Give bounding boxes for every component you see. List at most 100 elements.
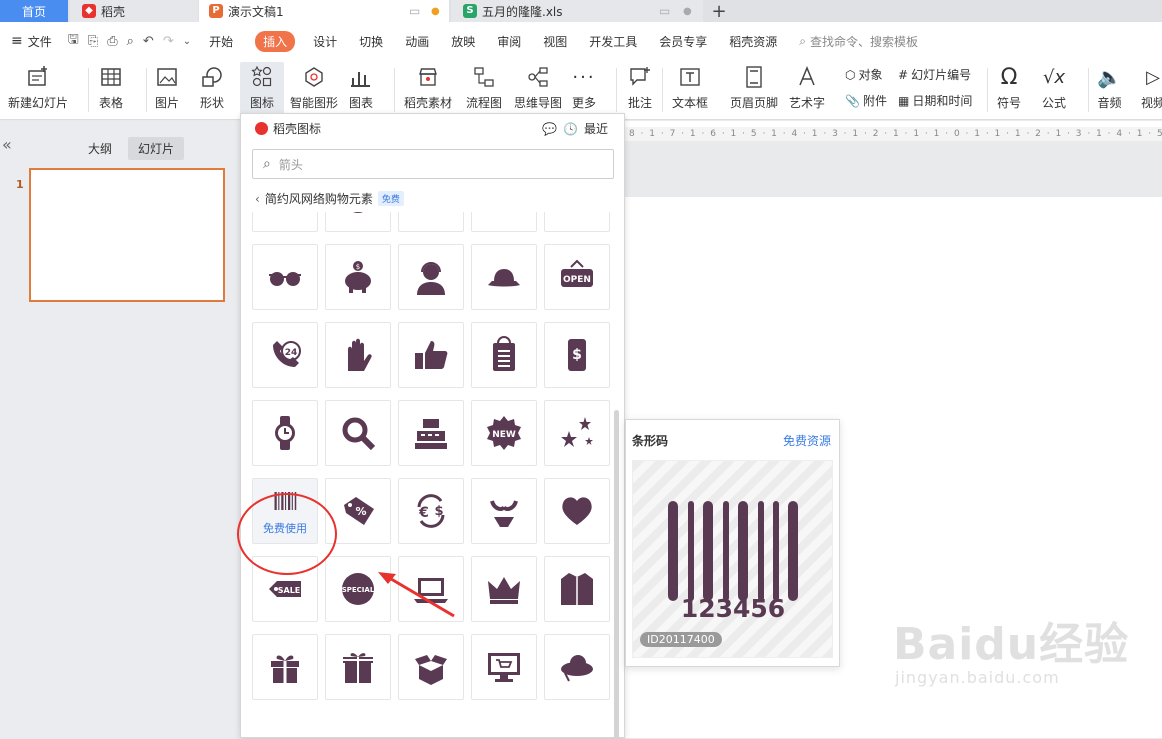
- icon-cell-support-agent[interactable]: [398, 244, 464, 310]
- tab-daoke[interactable]: ◆ 稻壳: [70, 0, 198, 22]
- search-icon: ⌕: [799, 33, 807, 48]
- menu-insert[interactable]: 插入: [255, 30, 296, 52]
- material-label: 稻壳素材: [404, 96, 453, 110]
- gift-icon: [271, 655, 299, 683]
- plus-icon: +: [711, 0, 727, 22]
- watermark-brand: Baidu经验: [893, 619, 1130, 670]
- icon-cell-glove[interactable]: [325, 322, 391, 388]
- video-button[interactable]: ▷ 视频: [1141, 62, 1162, 116]
- more-button[interactable]: ··· 更多: [572, 62, 596, 116]
- icon-button[interactable]: 图标: [240, 62, 284, 116]
- icon-cell-gift-box[interactable]: [325, 634, 391, 700]
- object-button[interactable]: ⬡ 对象: [845, 66, 883, 83]
- icon-cell-envelope[interactable]: [252, 212, 318, 232]
- icon-cell-thumbs-up[interactable]: [398, 322, 464, 388]
- menu-view[interactable]: 视图: [543, 33, 567, 50]
- icon-cell-wristwatch[interactable]: [252, 400, 318, 466]
- header-footer-button[interactable]: 页眉页脚: [730, 62, 778, 116]
- slide-thumbnail[interactable]: [29, 168, 225, 302]
- save-icon[interactable]: 🖫: [68, 30, 79, 52]
- svg-text:OPEN: OPEN: [563, 275, 591, 285]
- icon-cell-monitor-cart[interactable]: [471, 634, 537, 700]
- menu-start[interactable]: 开始: [209, 33, 233, 50]
- mindmap-button[interactable]: 思维导图: [514, 62, 562, 116]
- icon-cell-crown[interactable]: [471, 556, 537, 622]
- icon-cell-globe[interactable]: [325, 212, 391, 232]
- tab-slides[interactable]: 幻灯片: [128, 137, 185, 160]
- tab-outline[interactable]: 大纲: [78, 137, 122, 160]
- symbol-button[interactable]: Ω 符号: [997, 62, 1021, 116]
- icon-cell-gift[interactable]: [252, 634, 318, 700]
- comment-button[interactable]: 批注: [628, 62, 652, 116]
- table-button[interactable]: 表格: [99, 62, 123, 116]
- icon-cell-open-sign[interactable]: OPEN: [544, 244, 610, 310]
- collapse-icon[interactable]: «: [2, 135, 12, 154]
- preview-icon[interactable]: ⌕: [127, 34, 134, 49]
- chart-button[interactable]: 图表: [349, 62, 373, 116]
- icon-cell-coffee-cup[interactable]: [471, 212, 537, 232]
- menu-review[interactable]: 审阅: [497, 33, 521, 50]
- icon-cell-closed-sign[interactable]: CLOSED: [398, 212, 464, 232]
- clock-icon[interactable]: 🕓: [563, 122, 578, 136]
- icon-cell-new-badge[interactable]: NEW: [471, 400, 537, 466]
- chevron-down-icon[interactable]: ⌄: [183, 36, 191, 47]
- icon-cell-open-box[interactable]: [398, 634, 464, 700]
- new-slide-button[interactable]: 新建幻灯片: [8, 62, 68, 116]
- icon-cell-mobile-dollar[interactable]: $: [544, 322, 610, 388]
- menu-member[interactable]: 会员专享: [659, 33, 707, 50]
- formula-button[interactable]: √x 公式: [1042, 62, 1066, 116]
- file-menu[interactable]: ≡ 文件: [11, 33, 52, 50]
- undo-icon[interactable]: ↶: [143, 34, 154, 49]
- daoke-logo-icon: [255, 122, 268, 135]
- command-search-label: 查找命令、搜索模板: [810, 34, 919, 49]
- icon-cell-leaf[interactable]: [544, 212, 610, 232]
- free-resource-link[interactable]: 免费资源: [783, 432, 831, 449]
- wordart-button[interactable]: 艺术字: [789, 62, 825, 116]
- icon-cell-cash-register[interactable]: [398, 400, 464, 466]
- datetime-button[interactable]: ▦ 日期和时间: [898, 92, 972, 109]
- icon-cell-piggy-bank[interactable]: $: [325, 244, 391, 310]
- tab-xls[interactable]: S 五月的隆隆.xls ▭ ●: [451, 0, 703, 22]
- icon-cell-shirt[interactable]: [544, 556, 610, 622]
- icon-cell-stars[interactable]: [544, 400, 610, 466]
- audio-button[interactable]: 🔈 音频: [1097, 62, 1122, 116]
- mindmap-label: 思维导图: [514, 96, 563, 110]
- icon-cell-bikini[interactable]: [471, 478, 537, 544]
- icon-cell-heart[interactable]: [544, 478, 610, 544]
- paperclip-icon: 📎: [845, 93, 860, 108]
- shape-button[interactable]: 形状: [200, 62, 224, 116]
- picture-button[interactable]: 图片: [155, 62, 179, 116]
- flowchart-button[interactable]: 流程图: [466, 62, 502, 116]
- chart-label: 图表: [349, 96, 374, 110]
- icon-cell-24h-phone[interactable]: 24: [252, 322, 318, 388]
- menu-animation[interactable]: 动画: [405, 33, 429, 50]
- attachment-button[interactable]: 📎 附件: [845, 92, 887, 109]
- icon-cell-magnifier[interactable]: [325, 400, 391, 466]
- tab-ppt[interactable]: P 演示文稿1 ▭ ●: [199, 0, 449, 22]
- tab-home[interactable]: 首页: [0, 0, 68, 22]
- print-icon[interactable]: ⎙: [107, 34, 117, 49]
- material-button[interactable]: 稻壳素材: [404, 62, 452, 116]
- chat-icon[interactable]: 💬: [542, 122, 557, 136]
- menu-transition[interactable]: 切换: [359, 33, 383, 50]
- menu-developer[interactable]: 开发工具: [589, 33, 637, 50]
- redo-icon[interactable]: ↷: [163, 34, 174, 49]
- icon-cell-sunglasses[interactable]: [252, 244, 318, 310]
- icon-cell-shopping-bag[interactable]: [471, 322, 537, 388]
- slide-number-button[interactable]: # 幻灯片编号: [898, 66, 971, 83]
- menu-design[interactable]: 设计: [313, 33, 337, 50]
- scrollbar[interactable]: [614, 410, 619, 739]
- icon-cell-sunhat[interactable]: [544, 634, 610, 700]
- icon-search-input[interactable]: ⌕ 箭头: [252, 149, 614, 179]
- icon-cell-euro-dollar[interactable]: € $: [398, 478, 464, 544]
- command-search[interactable]: ⌕ 查找命令、搜索模板: [799, 33, 918, 50]
- menu-slideshow[interactable]: 放映: [451, 33, 475, 50]
- smartart-button[interactable]: 智能图形: [290, 62, 338, 116]
- export-icon[interactable]: ⎘: [88, 34, 98, 49]
- recent-link[interactable]: 最近: [584, 120, 608, 137]
- menu-daoke-resources[interactable]: 稻壳资源: [729, 33, 777, 50]
- textbox-button[interactable]: 文本框: [672, 62, 708, 116]
- new-tab-button[interactable]: +: [708, 0, 730, 22]
- breadcrumb[interactable]: ‹ 简约风网络购物元素 免费: [255, 190, 404, 207]
- icon-cell-hat[interactable]: [471, 244, 537, 310]
